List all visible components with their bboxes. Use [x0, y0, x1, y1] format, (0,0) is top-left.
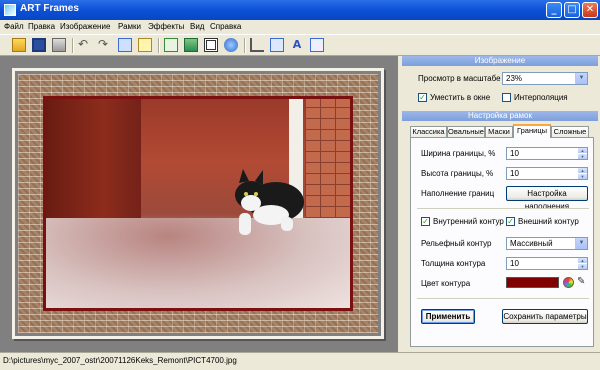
chevron-down-icon[interactable]: ▼	[575, 73, 587, 84]
fit-window-label: Уместить в окне	[430, 93, 491, 102]
save-params-button[interactable]: Сохранить параметры	[502, 309, 588, 324]
thickness-value: 10	[510, 259, 519, 268]
spin-down-icon[interactable]: ▼	[578, 264, 587, 269]
color-label: Цвет контура	[421, 279, 471, 288]
menu-effects[interactable]: Эффекты	[148, 22, 184, 31]
image-section-header: Изображение	[402, 56, 598, 66]
outer-contour-label: Внешний контур	[518, 217, 579, 226]
menu-file[interactable]: Файл	[4, 22, 24, 31]
toolbar: ↶ ↷ A	[0, 34, 600, 56]
text-icon[interactable]: A	[290, 38, 304, 52]
photo-tiles	[305, 99, 350, 229]
frame-outer-contour	[12, 68, 384, 339]
properties-icon[interactable]	[310, 38, 324, 52]
minimize-button[interactable]: _	[546, 2, 562, 18]
frame-tabs: Классика Овальные Маски Границы Сложные	[410, 124, 594, 138]
relief-label: Рельефный контур	[421, 239, 492, 248]
photo-cat	[235, 169, 304, 235]
paste-icon[interactable]	[138, 38, 152, 52]
image-canvas[interactable]	[0, 56, 398, 352]
menu-bar: Файл Правка Изображение Рамки Эффекты Ви…	[0, 20, 600, 34]
spin-up-icon[interactable]: ▲	[578, 168, 587, 173]
divider	[417, 298, 589, 300]
palette-icon[interactable]	[563, 277, 574, 288]
relief-value: Массивный	[510, 239, 553, 248]
open-icon[interactable]	[12, 38, 26, 52]
spin-down-icon[interactable]: ▼	[578, 154, 587, 159]
tab-oval[interactable]: Овальные	[447, 126, 485, 137]
interpolation-checkbox[interactable]	[502, 93, 511, 102]
rotate-icon[interactable]	[270, 38, 284, 52]
frame-section-header: Настройка рамок	[402, 111, 598, 121]
menu-help[interactable]: Справка	[210, 22, 241, 31]
contour-color-swatch[interactable]	[506, 277, 559, 288]
outer-contour-checkbox[interactable]: ✓	[506, 217, 515, 226]
redo-icon[interactable]: ↷	[98, 38, 112, 52]
thickness-spinner[interactable]: 10 ▲ ▼	[506, 257, 588, 270]
undo-icon[interactable]: ↶	[78, 38, 92, 52]
zoom-select[interactable]: 23% ▼	[502, 72, 588, 85]
effects-icon[interactable]	[224, 38, 238, 52]
app-icon	[4, 4, 16, 16]
menu-edit[interactable]: Правка	[28, 22, 55, 31]
relief-select[interactable]: Массивный ▼	[506, 237, 588, 250]
border-height-value: 10	[510, 169, 519, 178]
tab-classic[interactable]: Классика	[410, 126, 447, 137]
window-title: ART Frames	[20, 3, 79, 14]
settings-panel: Изображение Просмотр в масштабе 23% ▼ ✓ …	[402, 56, 598, 352]
zoom-label: Просмотр в масштабе	[418, 74, 501, 83]
tab-masks[interactable]: Маски	[485, 126, 513, 137]
thickness-label: Толщина контура	[421, 259, 486, 268]
frame-border-fill	[18, 74, 378, 333]
maximize-button[interactable]: □	[564, 2, 580, 18]
border-width-spinner[interactable]: 10 ▲ ▼	[506, 147, 588, 160]
tab-borders[interactable]: Границы	[513, 124, 551, 138]
fill-label: Наполнение границ	[421, 189, 495, 198]
menu-image[interactable]: Изображение	[60, 22, 110, 31]
borders-tab-content: Ширина границы, % 10 ▲ ▼ Высота границы,…	[410, 137, 594, 347]
crop-icon[interactable]	[250, 38, 264, 52]
export-icon[interactable]	[164, 38, 178, 52]
divider	[417, 208, 589, 210]
menu-frames[interactable]: Рамки	[118, 22, 141, 31]
spin-up-icon[interactable]: ▲	[578, 258, 587, 263]
frame-inner-contour	[43, 96, 353, 311]
file-path: D:\pictures\myc_2007_ostr\20071126Keks_R…	[3, 356, 237, 365]
border-width-value: 10	[510, 149, 519, 158]
border-height-label: Высота границы, %	[421, 169, 494, 178]
inner-contour-checkbox[interactable]: ✓	[421, 217, 430, 226]
chevron-down-icon[interactable]: ▼	[575, 238, 587, 249]
spin-up-icon[interactable]: ▲	[578, 148, 587, 153]
eyedropper-icon[interactable]: ✎	[577, 276, 587, 288]
save-icon[interactable]	[32, 38, 46, 52]
fit-window-checkbox[interactable]: ✓	[418, 93, 427, 102]
photo	[46, 99, 350, 308]
print-icon[interactable]	[52, 38, 66, 52]
title-bar: ART Frames _ □ ✕	[0, 0, 600, 20]
frame-icon[interactable]	[204, 38, 218, 52]
interpolation-label: Интерполяция	[514, 93, 568, 102]
border-width-label: Ширина границы, %	[421, 149, 496, 158]
tab-complex[interactable]: Сложные	[551, 126, 589, 137]
copy-icon[interactable]	[118, 38, 132, 52]
close-button[interactable]: ✕	[582, 2, 598, 18]
zoom-value: 23%	[506, 74, 523, 83]
image-icon[interactable]	[184, 38, 198, 52]
border-height-spinner[interactable]: 10 ▲ ▼	[506, 167, 588, 180]
apply-button[interactable]: Применить	[421, 309, 475, 324]
menu-view[interactable]: Вид	[190, 22, 204, 31]
fill-settings-button[interactable]: Настройка наполнения	[506, 186, 588, 211]
status-bar: D:\pictures\myc_2007_ostr\20071126Keks_R…	[0, 352, 600, 370]
spin-down-icon[interactable]: ▼	[578, 174, 587, 179]
inner-contour-label: Внутренний контур	[433, 217, 504, 226]
